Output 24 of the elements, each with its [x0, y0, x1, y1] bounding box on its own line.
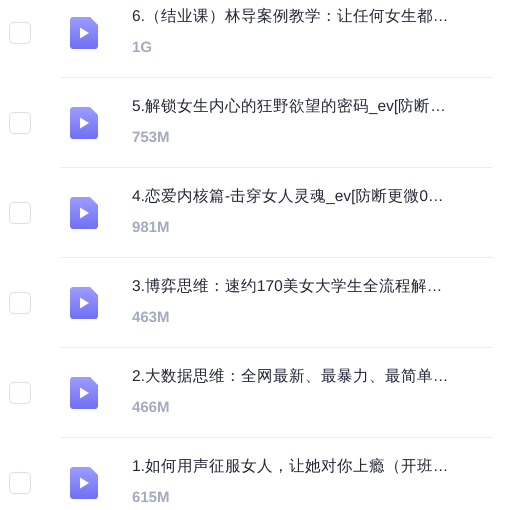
file-size: 466M — [132, 398, 171, 416]
video-file-icon — [70, 196, 98, 228]
file-name[interactable]: 1.如何用声征服女人，让她对你上瘾（开班… — [132, 456, 448, 476]
video-file-icon — [70, 376, 98, 408]
file-size: 463M — [132, 308, 171, 326]
checkbox[interactable] — [9, 472, 31, 494]
video-file-icon — [70, 286, 98, 318]
checkbox[interactable] — [9, 22, 31, 44]
file-size: 753M — [132, 128, 171, 146]
file-size: 1G — [132, 38, 154, 56]
checkbox[interactable] — [9, 112, 31, 134]
video-file-icon — [70, 16, 98, 48]
checkbox[interactable] — [9, 382, 31, 404]
video-file-icon — [70, 106, 98, 138]
file-name[interactable]: 5.解锁女生内心的狂野欲望的密码_ev[防断… — [132, 96, 446, 116]
checkbox[interactable] — [9, 202, 31, 224]
file-size: 615M — [132, 488, 171, 506]
file-size: 981M — [132, 218, 171, 236]
file-name[interactable]: 2.大数据思维：全网最新、最暴力、最简单… — [132, 366, 448, 386]
checkbox[interactable] — [9, 292, 31, 314]
file-name[interactable]: 6.（结业课）林导案例教学：让任何女生都… — [132, 6, 448, 26]
video-file-icon — [70, 466, 98, 498]
file-name[interactable]: 3.博弈思维：速约170美女大学生全流程解… — [132, 276, 442, 296]
file-name[interactable]: 4.恋爱内核篇-击穿女人灵魂_ev[防断更微0… — [132, 186, 444, 206]
